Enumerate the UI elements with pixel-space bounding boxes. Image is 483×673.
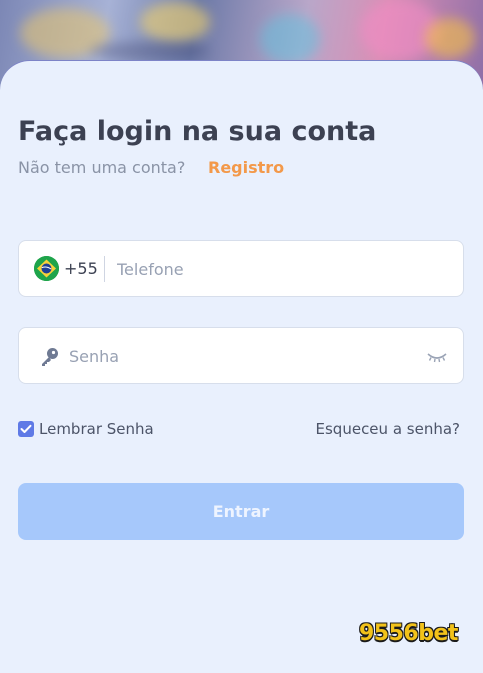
forgot-password-link[interactable]: Esqueceu a senha?: [316, 420, 460, 438]
register-link[interactable]: Registro: [208, 158, 284, 177]
brand-watermark: 9556bet: [359, 621, 458, 646]
field-divider: [104, 256, 105, 282]
phone-input[interactable]: [117, 258, 447, 280]
remember-password-label: Lembrar Senha: [39, 420, 154, 438]
phone-field[interactable]: +55: [18, 240, 464, 297]
page-title: Faça login na sua conta: [18, 116, 377, 147]
login-button[interactable]: Entrar: [18, 483, 464, 540]
brazil-flag-icon[interactable]: [34, 256, 59, 281]
dial-code[interactable]: +55: [64, 259, 98, 278]
password-field[interactable]: [18, 327, 464, 384]
eye-closed-icon[interactable]: [427, 349, 447, 363]
no-account-text: Não tem uma conta?: [18, 158, 186, 177]
password-input[interactable]: [69, 345, 409, 367]
login-sheet: Faça login na sua conta Não tem uma cont…: [0, 60, 483, 673]
remember-password-checkbox[interactable]: Lembrar Senha: [18, 420, 154, 438]
key-icon: [39, 346, 60, 367]
checkbox-checked-icon[interactable]: [18, 421, 34, 437]
